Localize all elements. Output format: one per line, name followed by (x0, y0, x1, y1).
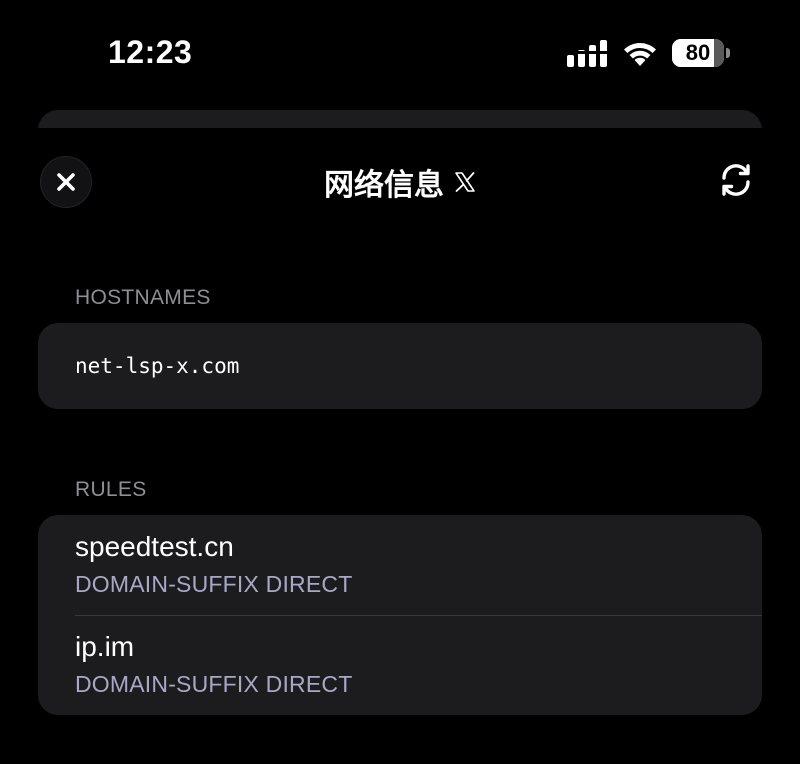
rule-host: ip.im (75, 631, 135, 662)
status-bar: 12:23 80 (0, 0, 800, 108)
battery-empty (713, 39, 724, 67)
hostnames-section-header: HOSTNAMES (75, 286, 211, 309)
refresh-button[interactable] (714, 158, 758, 202)
rules-section-header: RULES (75, 478, 147, 501)
x-logo-icon (454, 171, 476, 193)
battery-percent: 80 (685, 40, 711, 65)
wifi-icon (620, 38, 660, 68)
battery-icon: 80 (672, 39, 724, 67)
hostnames-card: net-lsp-x.com (38, 323, 762, 409)
network-info-sheet: 网络信息 HOSTNAMES net-lsp-x.com RULES speed… (0, 128, 800, 764)
cellular-signal-icon (566, 40, 610, 68)
rule-row[interactable]: ip.im DOMAIN-SUFFIX DIRECT (38, 615, 762, 715)
page-title: 网络信息 (324, 169, 444, 202)
hostname-row[interactable]: net-lsp-x.com (38, 323, 762, 409)
status-time: 12:23 (108, 34, 193, 70)
sheet-title: 网络信息 (200, 160, 600, 204)
rule-detail: DOMAIN-SUFFIX DIRECT (75, 671, 353, 697)
refresh-icon (717, 161, 755, 199)
rules-card: speedtest.cn DOMAIN-SUFFIX DIRECT ip.im … (38, 515, 762, 715)
rule-host: speedtest.cn (75, 531, 234, 562)
battery-indicator: 80 (672, 39, 730, 67)
rule-row[interactable]: speedtest.cn DOMAIN-SUFFIX DIRECT (38, 515, 762, 615)
battery-nub (726, 48, 730, 58)
close-icon (55, 171, 77, 193)
rule-detail: DOMAIN-SUFFIX DIRECT (75, 571, 353, 597)
close-button[interactable] (40, 156, 92, 208)
